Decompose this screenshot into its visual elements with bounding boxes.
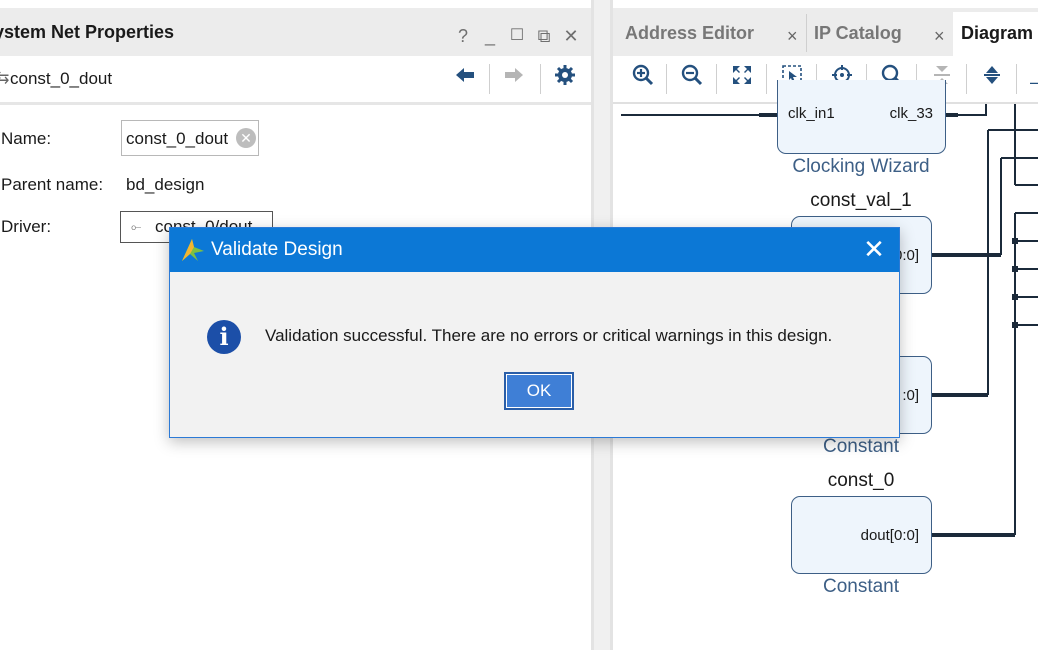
const-0-block[interactable]: dout[0:0] bbox=[791, 496, 932, 574]
dialog-message: Validation successful. There are no erro… bbox=[265, 326, 833, 345]
fit-icon[interactable] bbox=[727, 64, 757, 95]
name-field[interactable]: const_0_dout ✕ bbox=[121, 120, 259, 156]
name-field-value: const_0_dout bbox=[126, 129, 229, 148]
port-dout: :0] bbox=[902, 387, 919, 404]
toolbar-divider bbox=[489, 64, 490, 94]
expand-icon[interactable] bbox=[977, 64, 1007, 95]
block-type: Constant bbox=[822, 436, 900, 457]
help-button[interactable]: ? bbox=[452, 24, 474, 48]
info-icon: i bbox=[207, 320, 241, 354]
close-panel-button[interactable]: ✕ bbox=[560, 24, 582, 48]
forward-arrow-icon[interactable] bbox=[499, 64, 529, 95]
dialog-title: Validate Design bbox=[211, 239, 343, 260]
back-arrow-icon[interactable] bbox=[450, 64, 480, 95]
parent-name-label: Parent name: bbox=[1, 175, 104, 194]
vivado-logo-icon bbox=[180, 237, 206, 268]
port-clk-33: clk_33 bbox=[889, 105, 933, 122]
validate-design-dialog: Validate Design ✕ i Validation successfu… bbox=[169, 227, 900, 438]
toolbar-divider bbox=[540, 64, 541, 94]
tab-label: Diagram bbox=[961, 23, 1034, 43]
name-label: Name: bbox=[1, 129, 52, 148]
float-button[interactable]: ⧉ bbox=[533, 24, 555, 48]
zoom-out-icon[interactable] bbox=[677, 64, 707, 95]
pin-icon: ⟜ bbox=[131, 219, 142, 234]
driver-label: Driver: bbox=[1, 217, 52, 236]
tab-address-editor[interactable]: Address Editor × bbox=[613, 12, 806, 56]
close-icon[interactable]: × bbox=[934, 23, 945, 49]
minimize-button[interactable]: _ bbox=[479, 24, 501, 48]
clear-icon[interactable]: ✕ bbox=[236, 128, 256, 148]
dialog-close-button[interactable]: ✕ bbox=[859, 234, 889, 264]
object-name: const_0_dout bbox=[10, 69, 113, 88]
net-icon: ⇆ bbox=[0, 70, 10, 87]
tab-ip-catalog[interactable]: IP Catalog × bbox=[807, 12, 953, 56]
maximize-button[interactable]: ☐ bbox=[506, 24, 528, 48]
ok-button[interactable]: OK bbox=[504, 372, 574, 410]
port-clk-in1: clk_in1 bbox=[788, 105, 835, 122]
close-icon[interactable]: × bbox=[787, 23, 798, 49]
block-name: const_val_1 bbox=[810, 190, 912, 211]
clocking-wizard-block[interactable]: clk_in1 clk_33 bbox=[777, 80, 946, 154]
tab-diagram[interactable]: Diagram bbox=[953, 12, 1038, 56]
zoom-in-icon[interactable] bbox=[628, 64, 658, 95]
tab-label: IP Catalog bbox=[814, 23, 902, 43]
tab-label: Address Editor bbox=[625, 23, 755, 43]
block-type: Constant bbox=[822, 576, 900, 597]
port-dout: dout[0:0] bbox=[860, 527, 919, 544]
dialog-title-bar[interactable]: Validate Design ✕ bbox=[170, 228, 899, 272]
panel-title: ystem Net Properties bbox=[0, 22, 175, 42]
block-name: const_0 bbox=[827, 470, 895, 491]
block-type: Clocking Wizard bbox=[792, 156, 930, 177]
more-icon[interactable]: – bbox=[1030, 72, 1038, 93]
gear-icon[interactable] bbox=[550, 64, 580, 95]
parent-name-value: bd_design bbox=[126, 175, 205, 194]
